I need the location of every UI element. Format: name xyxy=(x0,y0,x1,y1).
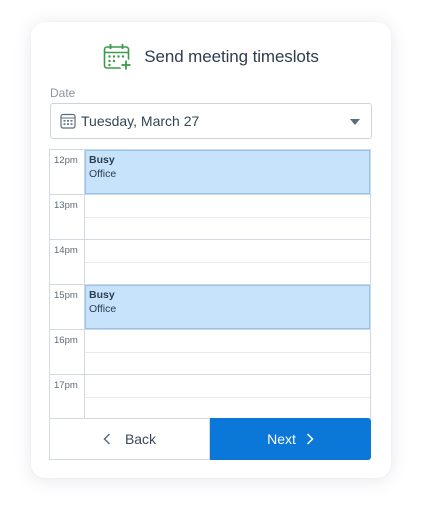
chevron-left-icon xyxy=(103,433,110,445)
hour-row[interactable]: 16pm xyxy=(50,330,370,375)
event-title: Busy xyxy=(89,154,115,166)
page-title: Send meeting timeslots xyxy=(144,47,319,66)
hour-row[interactable]: 17pm xyxy=(50,375,370,419)
busy-event[interactable]: Busy Office xyxy=(85,285,370,329)
event-title: Busy xyxy=(89,289,115,301)
hour-label: 13pm xyxy=(54,200,78,211)
chevron-right-icon xyxy=(306,433,314,445)
footer-actions: Back Next xyxy=(49,418,371,460)
back-button[interactable]: Back xyxy=(49,418,210,460)
chevron-down-icon xyxy=(350,119,360,125)
hour-label: 12pm xyxy=(54,155,78,166)
half-hour-divider xyxy=(85,352,370,353)
half-hour-divider xyxy=(85,217,370,218)
back-label: Back xyxy=(124,431,157,447)
next-button[interactable]: Next xyxy=(210,418,371,460)
hour-label: 17pm xyxy=(54,380,78,391)
hour-row[interactable]: 14pm xyxy=(50,240,370,285)
day-schedule[interactable]: 12pm 13pm 14pm 15pm 16pm 17pm Busy Offic… xyxy=(49,149,371,419)
date-value: Tuesday, March 27 xyxy=(81,113,200,129)
hour-label: 16pm xyxy=(54,335,78,346)
calendar-add-icon xyxy=(103,44,133,71)
date-select[interactable]: Tuesday, March 27 xyxy=(50,103,372,139)
event-location: Office xyxy=(89,303,117,315)
date-label: Date xyxy=(50,86,76,100)
busy-event[interactable]: Busy Office xyxy=(85,150,370,194)
timeslot-card: Send meeting timeslots Date Tuesday, Mar… xyxy=(31,22,391,478)
event-location: Office xyxy=(89,168,117,180)
hour-label: 14pm xyxy=(54,245,78,256)
half-hour-divider xyxy=(85,397,370,398)
card-header: Send meeting timeslots xyxy=(31,42,391,72)
calendar-icon xyxy=(60,113,76,129)
next-label: Next xyxy=(267,431,296,447)
half-hour-divider xyxy=(85,262,370,263)
hour-row[interactable]: 13pm xyxy=(50,195,370,240)
hour-label: 15pm xyxy=(54,290,78,301)
